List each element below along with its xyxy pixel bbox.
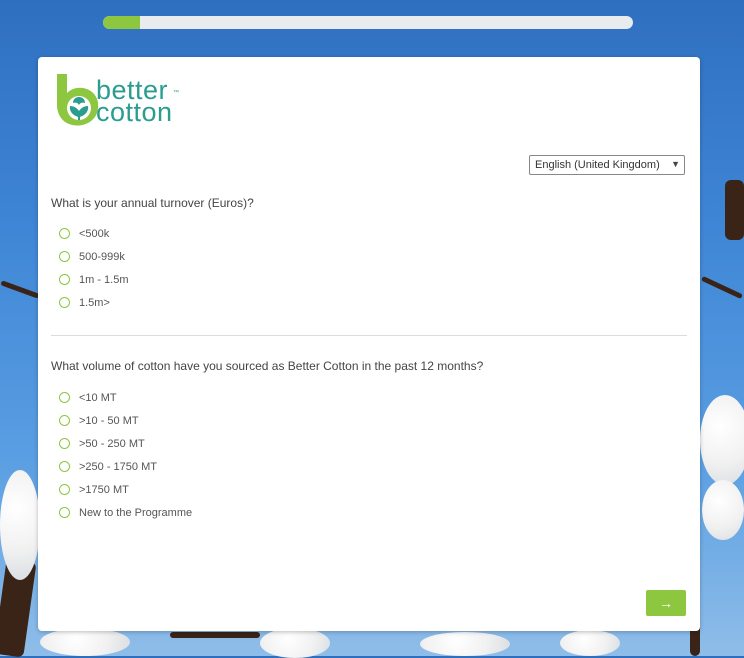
- option-label: >1750 MT: [79, 483, 129, 496]
- radio-button[interactable]: [59, 297, 70, 308]
- progress-bar-fill: [103, 16, 141, 29]
- progress-bar: [103, 16, 633, 29]
- question-cotton-volume: What volume of cotton have you sourced a…: [51, 359, 484, 373]
- turnover-options: <500k 500-999k 1m - 1.5m 1.5m>: [59, 222, 129, 314]
- radio-button[interactable]: [59, 415, 70, 426]
- option-label: <10 MT: [79, 391, 117, 404]
- radio-option[interactable]: <10 MT: [59, 386, 192, 409]
- section-divider: [51, 335, 687, 336]
- option-label: <500k: [79, 227, 110, 240]
- radio-option[interactable]: New to the Programme: [59, 501, 192, 524]
- radio-option[interactable]: 1.5m>: [59, 291, 129, 314]
- option-label: 1.5m>: [79, 296, 110, 309]
- radio-option[interactable]: >10 - 50 MT: [59, 409, 192, 432]
- radio-option[interactable]: >1750 MT: [59, 478, 192, 501]
- arrow-right-icon: →: [659, 595, 673, 611]
- radio-button[interactable]: [59, 484, 70, 495]
- radio-button[interactable]: [59, 251, 70, 262]
- radio-option[interactable]: >50 - 250 MT: [59, 432, 192, 455]
- option-label: New to the Programme: [79, 506, 193, 519]
- brand-wordmark: better cotton ™: [96, 77, 179, 127]
- option-label: >50 - 250 MT: [79, 437, 145, 450]
- brand-line-2: cotton: [96, 97, 173, 127]
- trademark-mark: ™: [173, 90, 180, 96]
- radio-button[interactable]: [59, 438, 70, 449]
- option-label: >250 - 1750 MT: [79, 460, 157, 473]
- radio-button[interactable]: [59, 392, 70, 403]
- radio-button[interactable]: [59, 461, 70, 472]
- language-select[interactable]: English (United Kingdom) ▼: [529, 155, 685, 175]
- option-label: >10 - 50 MT: [79, 414, 139, 427]
- volume-options: <10 MT >10 - 50 MT >50 - 250 MT >250 - 1…: [59, 386, 192, 524]
- radio-option[interactable]: 500-999k: [59, 245, 129, 268]
- chevron-down-icon: ▼: [671, 159, 680, 169]
- radio-option[interactable]: 1m - 1.5m: [59, 268, 129, 291]
- option-label: 1m - 1.5m: [79, 273, 129, 286]
- radio-option[interactable]: <500k: [59, 222, 129, 245]
- question-turnover: What is your annual turnover (Euros)?: [51, 196, 254, 210]
- radio-button[interactable]: [59, 274, 70, 285]
- survey-card: better cotton ™ English (United Kingdom)…: [38, 57, 700, 631]
- radio-button[interactable]: [59, 228, 70, 239]
- radio-option[interactable]: >250 - 1750 MT: [59, 455, 192, 478]
- language-select-value: English (United Kingdom): [535, 159, 660, 171]
- radio-button[interactable]: [59, 507, 70, 518]
- next-button[interactable]: →: [646, 590, 686, 616]
- option-label: 500-999k: [79, 250, 125, 263]
